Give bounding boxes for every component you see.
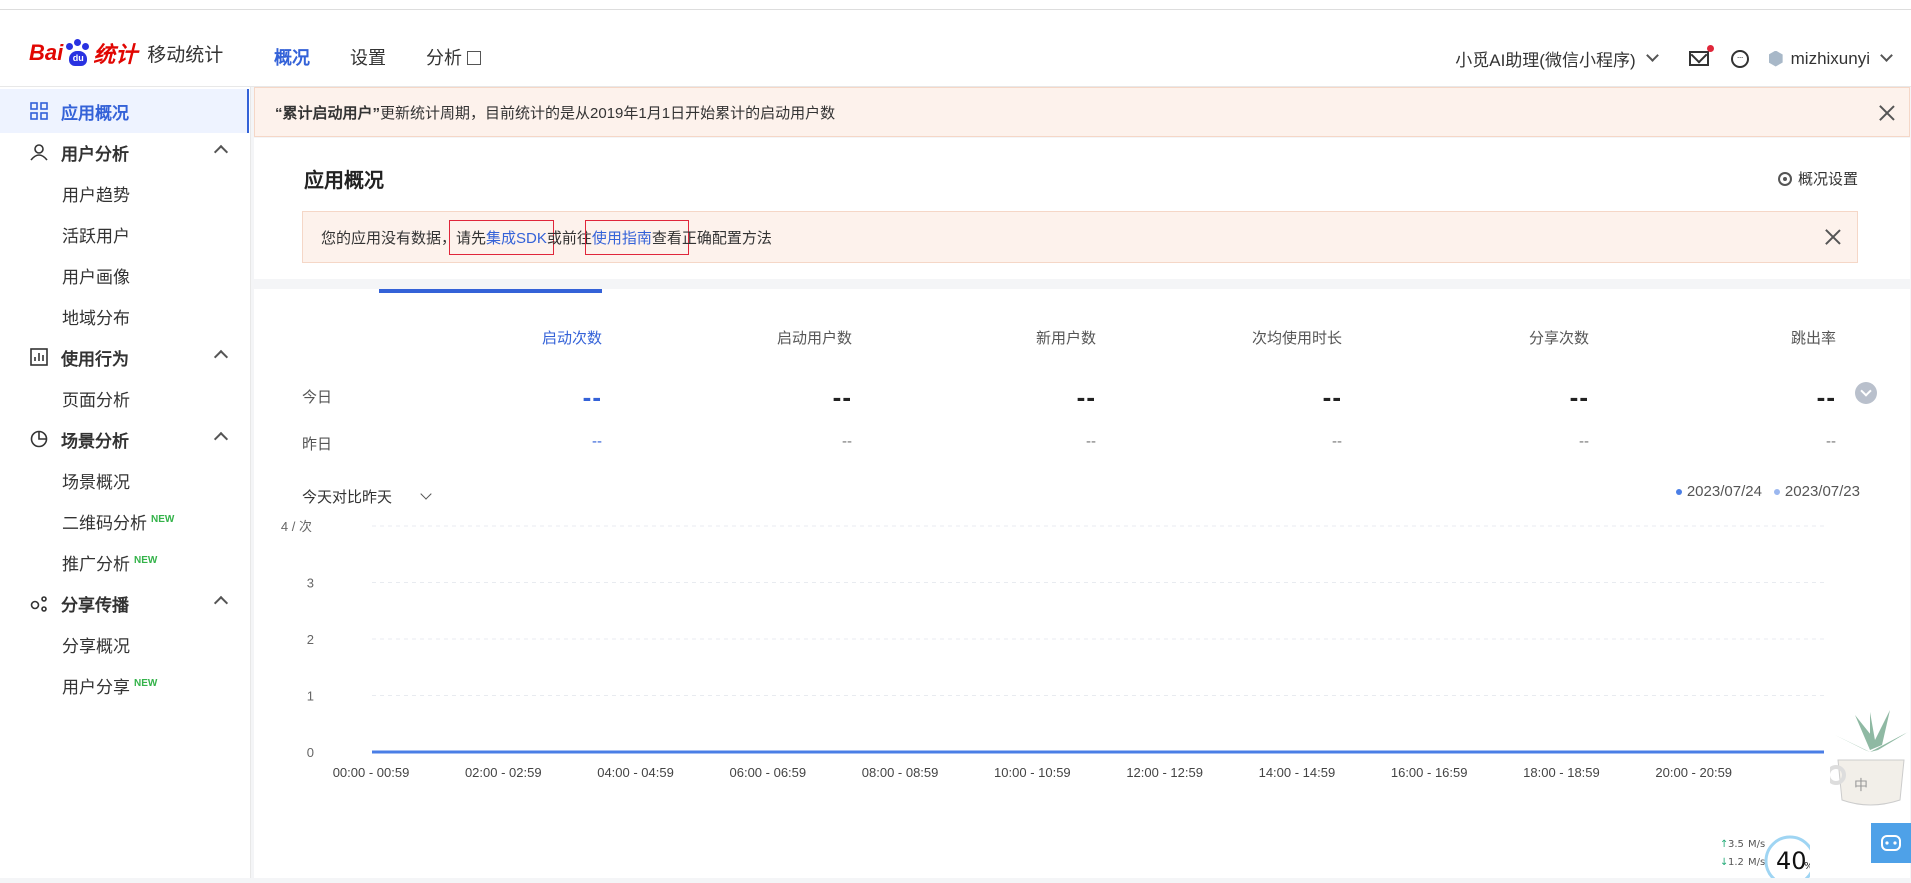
nav-tab-settings[interactable]: 设置 bbox=[334, 20, 402, 97]
x-tick-label: 18:00 - 18:59 bbox=[1523, 765, 1600, 780]
y-tick-label: 2 bbox=[307, 632, 314, 647]
external-link-icon bbox=[467, 51, 481, 65]
no-data-warning: 您的应用没有数据， 请先集成SDK 或前往 使用指南查看 正确配置方法 bbox=[302, 211, 1858, 263]
app-selector-label: 小觅AI助理(微信小程序) bbox=[1455, 51, 1636, 70]
avatar bbox=[1768, 50, 1783, 67]
bar-chart-icon bbox=[30, 348, 48, 366]
notice-banner: “累计启动用户” 更新统计周期，目前统计的是从2019年1月1日开始累计的启动用户… bbox=[254, 87, 1910, 137]
new-badge: NEW bbox=[134, 677, 158, 689]
close-icon[interactable] bbox=[1879, 105, 1895, 121]
share-icon bbox=[30, 596, 47, 612]
app-selector[interactable]: 小觅AI助理(微信小程序) bbox=[1455, 46, 1659, 71]
robot-icon bbox=[1881, 835, 1901, 851]
pie-chart-icon bbox=[30, 430, 48, 448]
username: mizhixunyi bbox=[1790, 48, 1870, 68]
x-tick-label: 02:00 - 02:59 bbox=[465, 765, 542, 780]
sidebar-item-region[interactable]: 地域分布 bbox=[62, 294, 242, 338]
x-tick-label: 06:00 - 06:59 bbox=[730, 765, 807, 780]
nav-tab-analysis[interactable]: 分析 bbox=[410, 20, 497, 97]
x-tick-label: 08:00 - 08:59 bbox=[862, 765, 939, 780]
sidebar-group-user-analysis[interactable]: 用户分析 bbox=[30, 130, 248, 174]
baidu-tongji-logo[interactable]: Bai du 统计 移动统计 bbox=[29, 33, 223, 73]
y-tick-label: 1 bbox=[307, 689, 314, 704]
user-menu[interactable]: mizhixunyi bbox=[1768, 48, 1893, 69]
x-tick-label: 00:00 - 00:59 bbox=[333, 765, 410, 780]
sidebar-group-share[interactable]: 分享传播 bbox=[30, 581, 248, 625]
sidebar-item-active-users[interactable]: 活跃用户 bbox=[62, 212, 242, 256]
x-tick-label: 20:00 - 20:59 bbox=[1655, 765, 1732, 780]
svg-text:40: 40 bbox=[1776, 847, 1807, 875]
x-tick-label: 16:00 - 16:59 bbox=[1391, 765, 1468, 780]
main-content: “累计启动用户” 更新统计周期，目前统计的是从2019年1月1日开始累计的启动用户… bbox=[252, 87, 1911, 878]
svg-text:1.2: 1.2 bbox=[1728, 857, 1744, 868]
x-tick-label: 10:00 - 10:59 bbox=[994, 765, 1071, 780]
sidebar-item-scene-overview[interactable]: 场景概况 bbox=[62, 458, 242, 502]
sidebar-item-label: 场景分析 bbox=[61, 431, 129, 451]
chevron-up-icon bbox=[213, 431, 229, 447]
overview-panel: 应用概况 概况设置 您的应用没有数据， 请先集成SDK 或前往 使用指南查看 正确配置方… bbox=[254, 138, 1910, 279]
x-tick-label: 12:00 - 12:59 bbox=[1126, 765, 1203, 780]
sidebar-item-user-share[interactable]: 用户分享 NEW bbox=[62, 663, 242, 707]
sidebar-group-scene[interactable]: 场景分析 bbox=[30, 417, 248, 461]
sidebar-item-label: 使用行为 bbox=[61, 349, 129, 369]
plant-decoration: 中 bbox=[1830, 710, 1908, 806]
svg-text:%: % bbox=[1804, 861, 1810, 872]
sidebar-item-qrcode-analysis[interactable]: 二维码分析 NEW bbox=[62, 499, 242, 543]
notification-dot bbox=[1706, 45, 1714, 52]
page-title: 应用概况 bbox=[304, 170, 384, 192]
sidebar-item-label: 分享传播 bbox=[61, 595, 129, 615]
sidebar-group-usage[interactable]: 使用行为 bbox=[30, 335, 248, 379]
sidebar-item-label: 应用概况 bbox=[61, 103, 129, 123]
svg-text:M/s: M/s bbox=[1748, 857, 1765, 868]
chevron-up-icon bbox=[213, 144, 229, 160]
sidebar: 应用概况 用户分析 用户趋势 活跃用户 用户画像 地域分布 使用行为 页面分析 … bbox=[0, 87, 251, 878]
grid-icon bbox=[30, 102, 48, 120]
browser-top-strip bbox=[0, 0, 1911, 10]
top-nav: 概况 设置 分析 bbox=[258, 20, 505, 97]
svg-text:3.5: 3.5 bbox=[1728, 839, 1744, 850]
sidebar-item-user-trend[interactable]: 用户趋势 bbox=[62, 171, 242, 215]
sidebar-item-app-overview[interactable]: 应用概况 bbox=[0, 89, 249, 133]
sidebar-item-page-analysis[interactable]: 页面分析 bbox=[62, 376, 242, 420]
logo-sub: 移动统计 bbox=[147, 44, 224, 66]
header-right: 小觅AI助理(微信小程序) ··· mizhixunyi bbox=[1455, 20, 1893, 97]
notice-bold: “累计启动用户” bbox=[275, 104, 381, 122]
new-badge: NEW bbox=[151, 513, 175, 525]
new-badge: NEW bbox=[134, 554, 158, 566]
sidebar-item-promo-analysis[interactable]: 推广分析 NEW bbox=[62, 540, 242, 584]
y-tick-label: 0 bbox=[307, 745, 314, 760]
close-icon[interactable] bbox=[1825, 229, 1841, 245]
sidebar-item-user-profile[interactable]: 用户画像 bbox=[62, 253, 242, 297]
gear-icon bbox=[1777, 171, 1792, 186]
x-tick-label: 14:00 - 14:59 bbox=[1259, 765, 1336, 780]
chevron-down-icon bbox=[1880, 49, 1893, 62]
paw-icon: du bbox=[64, 39, 92, 67]
logo-bai: Bai bbox=[29, 40, 64, 65]
user-guide-link[interactable]: 使用指南 bbox=[592, 230, 652, 247]
chevron-up-icon bbox=[213, 595, 229, 611]
svg-text:中: 中 bbox=[1854, 778, 1868, 794]
sidebar-item-share-overview[interactable]: 分享概况 bbox=[62, 622, 242, 666]
overview-settings-button[interactable]: 概况设置 bbox=[1777, 168, 1858, 189]
logo-tongji: 统计 bbox=[93, 42, 138, 67]
svg-text:M/s: M/s bbox=[1748, 839, 1765, 850]
top-header: Bai du 统计 移动统计 概况 设置 分析 小觅AI助理(微信小程序) ··… bbox=[0, 10, 1911, 97]
helper-float-button[interactable] bbox=[1871, 823, 1911, 863]
x-tick-label: 04:00 - 04:59 bbox=[597, 765, 674, 780]
y-axis-unit-label: 4 / 次 bbox=[281, 519, 312, 534]
notice-text: 更新统计周期，目前统计的是从2019年1月1日开始累计的启动用户数 bbox=[380, 104, 836, 122]
chat-icon[interactable]: ··· bbox=[1730, 49, 1749, 68]
chevron-down-icon bbox=[1645, 49, 1659, 62]
metrics-card: 启动次数 启动用户数 新用户数 次均使用时长 分享次数 跳出率 今日 昨日 --… bbox=[254, 289, 1910, 878]
nav-tab-overview[interactable]: 概况 bbox=[258, 20, 326, 97]
user-icon bbox=[30, 144, 48, 161]
sidebar-item-label: 用户分析 bbox=[61, 144, 129, 164]
mail-icon[interactable] bbox=[1688, 45, 1714, 66]
chevron-up-icon bbox=[213, 349, 229, 365]
y-tick-label: 3 bbox=[307, 576, 314, 591]
integrate-sdk-link[interactable]: 集成SDK bbox=[486, 230, 547, 247]
network-speed-widget: ↑ 3.5 M/s ↓ 1.2 M/s 40 % bbox=[1710, 833, 1816, 883]
line-chart: 0 1 2 3 4 / 次 00:00 - 00:59 02:00 - 02:59 04:00… bbox=[281, 519, 1824, 780]
